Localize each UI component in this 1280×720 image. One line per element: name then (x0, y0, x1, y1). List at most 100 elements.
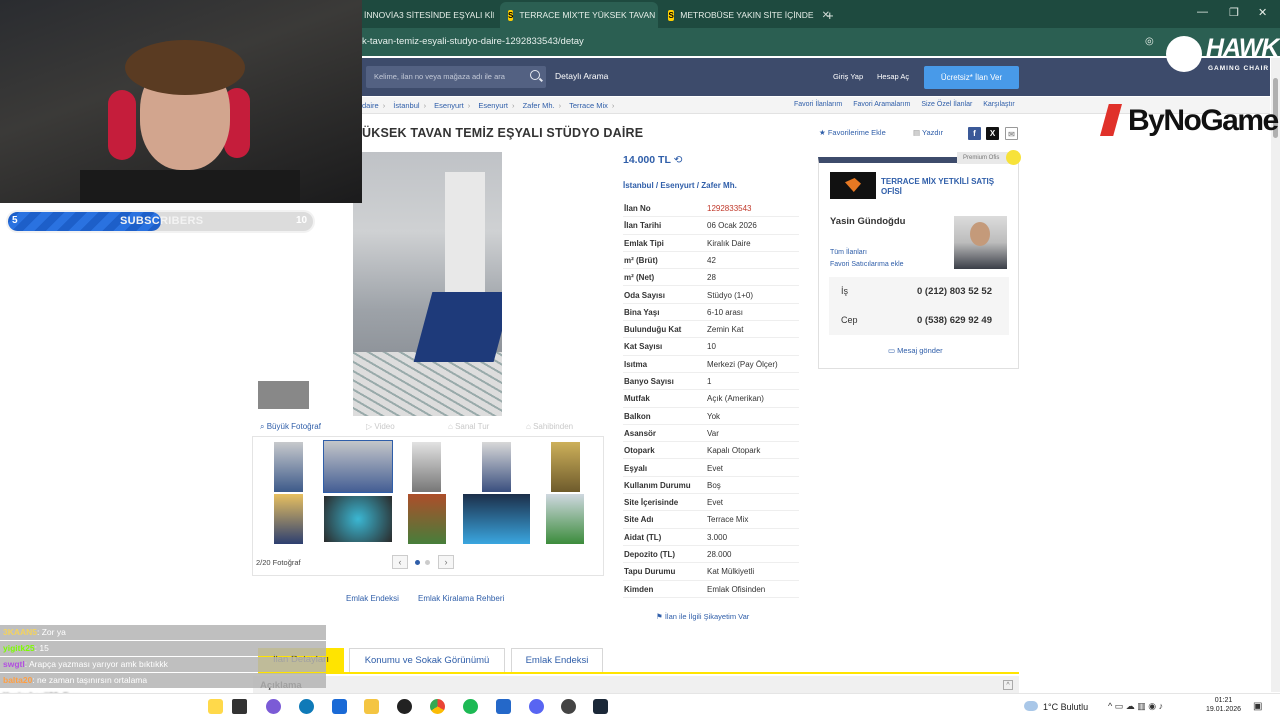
photo-thumbnail[interactable] (412, 442, 441, 492)
work-phone-number[interactable]: 0 (212) 803 52 52 (917, 286, 992, 297)
copilot-icon[interactable] (266, 699, 281, 714)
tab-emlak-endeksi[interactable]: Emlak Endeksi (511, 648, 603, 672)
breadcrumb-item[interactable]: Zafer Mh. (523, 101, 555, 110)
chat-text: : 15 (34, 643, 49, 653)
price-history-icon[interactable]: ⟲ (674, 154, 683, 166)
x-share-icon[interactable]: X (986, 127, 999, 140)
chat-username: balta20 (3, 675, 33, 685)
chat-username: yigitk25 (3, 643, 35, 653)
search-icon[interactable] (530, 70, 540, 80)
system-tray-icons[interactable]: ^ ▭ ☁ ▥ ◉ ♪ (1108, 701, 1163, 712)
xbox-icon[interactable] (397, 699, 412, 714)
app-icon[interactable] (496, 699, 511, 714)
edge-icon[interactable] (299, 699, 314, 714)
browser-tab-3[interactable]: S METROBÜSE YAKIN SİTE İÇİNDE ✕ (660, 2, 838, 28)
weather-text[interactable]: 1°C Bulutlu (1043, 702, 1088, 712)
detail-value: Var (707, 428, 719, 438)
report-listing-link[interactable]: ⚑ İlan ile İlgili Şikayetim Var (656, 612, 749, 621)
prev-photo-button[interactable]: ‹ (392, 555, 408, 569)
detailed-search-link[interactable]: Detaylı Arama (555, 71, 608, 81)
detail-row: Oda Sayısı Stüdyo (1+0) (623, 287, 799, 304)
spotify-icon[interactable] (463, 699, 478, 714)
star-icon: ★ (819, 128, 828, 137)
large-photo-button[interactable]: ⌕ Büyük Fotoğraf (260, 422, 321, 432)
collapse-icon[interactable]: ^ (1003, 680, 1013, 690)
special-listings-link[interactable]: Size Özel İlanlar (921, 101, 972, 108)
detail-label: Mutfak (624, 394, 650, 404)
close-window-icon[interactable]: ✕ (1258, 6, 1267, 19)
breadcrumb-item[interactable]: daire (362, 101, 379, 110)
detail-label: Depozito (TL) (624, 550, 676, 559)
detail-label: Bulunduğu Kat (624, 325, 682, 335)
new-tab-button[interactable]: + (818, 2, 840, 28)
mobile-phone-number[interactable]: 0 (538) 629 92 49 (917, 315, 992, 326)
breadcrumb-item[interactable]: Esenyurt (434, 101, 464, 110)
search-input[interactable]: Kelime, ilan no veya mağaza adı ile ara (366, 66, 546, 88)
rental-guide-link[interactable]: Emlak Kiralama Rehberi (418, 594, 504, 603)
discord-icon[interactable] (529, 699, 544, 714)
photo-thumbnail-selected[interactable] (323, 440, 393, 493)
page-scrollbar[interactable] (1271, 58, 1280, 692)
tab-konum[interactable]: Konumu ve Sokak Görünümü (349, 648, 505, 672)
store-icon[interactable] (332, 699, 347, 714)
office-name[interactable]: TERRACE MİX YETKİLİ SATIŞ OFİSİ (881, 177, 1001, 197)
all-listings-link[interactable]: Tüm İlanları (830, 249, 867, 256)
facebook-share-icon[interactable]: f (968, 127, 981, 140)
detail-value: 6-10 arası (707, 307, 744, 317)
breadcrumb-item[interactable]: Terrace Mix (569, 101, 608, 110)
browser-tab-1[interactable]: İNNOVİA3 SİTESİNDE EŞYALI KİRALIK ✕ (356, 2, 494, 28)
agent-avatar (954, 216, 1007, 269)
photo-thumbnail[interactable] (274, 442, 303, 492)
main-listing-photo[interactable] (353, 152, 502, 416)
pager-dot[interactable] (425, 560, 430, 565)
system-clock[interactable]: 01:21 19.01.2026 (1206, 696, 1241, 714)
photo-thumbnail[interactable] (551, 442, 580, 492)
minimize-icon[interactable]: — (1197, 6, 1208, 18)
send-message-link[interactable]: ▭ Mesaj gönder (888, 346, 943, 355)
email-share-icon[interactable]: ✉ (1005, 127, 1018, 140)
photo-thumbnail[interactable] (274, 494, 303, 544)
favorite-seller-link[interactable]: Favori Satıcılarıma ekle (830, 261, 904, 268)
restore-icon[interactable]: ❐ (1229, 6, 1239, 19)
file-explorer-icon[interactable] (364, 699, 379, 714)
url-text[interactable]: k-tavan-temiz-esyali-studyo-daire-129283… (362, 36, 584, 47)
photo-thumbnail[interactable] (408, 494, 446, 544)
hawk-sponsor-subtitle: GAMING CHAIR (1208, 65, 1270, 72)
detail-row: Mutfak Açık (Amerikan) (623, 390, 799, 408)
add-favorite-link[interactable]: ★ Favorilerime Ekle (819, 128, 886, 137)
task-view-icon[interactable] (232, 699, 247, 714)
widgets-icon[interactable] (208, 699, 223, 714)
office-logo[interactable] (830, 172, 876, 199)
video-button: ▷ Video (366, 422, 395, 431)
print-link[interactable]: ▤ Yazdır (913, 128, 943, 137)
obs-icon[interactable] (561, 699, 576, 714)
photo-thumbnail[interactable] (546, 494, 584, 544)
photo-thumbnail[interactable] (482, 442, 511, 492)
next-photo-button[interactable]: › (438, 555, 454, 569)
favorite-searches-link[interactable]: Favori Aramalarım (853, 101, 910, 108)
chrome-icon[interactable] (430, 699, 445, 714)
breadcrumb-item[interactable]: Esenyurt (478, 101, 508, 110)
location-district[interactable]: Esenyurt (660, 181, 694, 190)
location-neighborhood[interactable]: Zafer Mh. (701, 181, 737, 190)
steam-icon[interactable] (593, 699, 608, 714)
emlak-endeksi-link[interactable]: Emlak Endeksi (346, 594, 399, 603)
browser-tab-2-active[interactable]: S TERRACE MİX'TE YÜKSEK TAVAN ✕ (500, 2, 658, 28)
login-link[interactable]: Giriş Yap (833, 72, 863, 81)
location-city[interactable]: İstanbul (623, 181, 654, 190)
detail-value: 10 (707, 342, 716, 352)
subscriber-goal-current: 5 (12, 215, 18, 226)
eye-off-icon[interactable]: ◎ (1145, 36, 1154, 47)
photo-thumbnail[interactable] (463, 494, 530, 544)
chat-text: : Arapça yazması yarıyor amk bıktıkkk (24, 659, 168, 669)
favorite-listings-link[interactable]: Favori İlanlarım (794, 101, 842, 108)
pager-dot-active[interactable] (415, 560, 420, 565)
detail-label: Otopark (624, 446, 655, 456)
detail-label: Kimden (624, 584, 654, 594)
compare-link[interactable]: Karşılaştır (983, 101, 1015, 108)
register-link[interactable]: Hesap Aç (877, 72, 909, 81)
photo-thumbnail[interactable] (324, 496, 392, 542)
breadcrumb-item[interactable]: İstanbul (393, 101, 419, 110)
post-ad-button[interactable]: Ücretsiz* İlan Ver (924, 66, 1019, 89)
notification-icon[interactable]: ▣ (1253, 701, 1262, 712)
